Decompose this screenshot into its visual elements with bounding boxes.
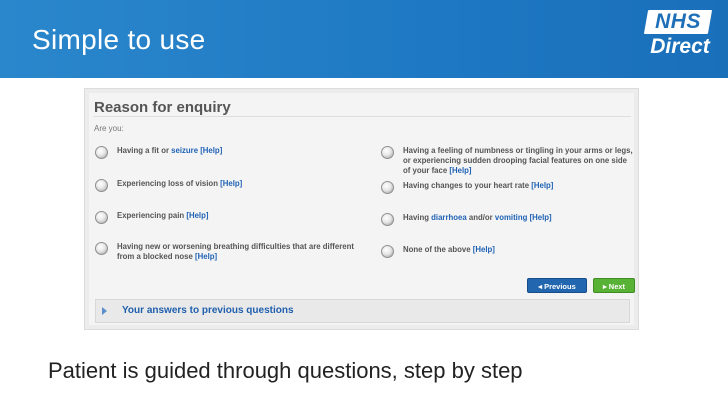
option-text: and/or bbox=[466, 213, 495, 222]
option-none[interactable]: None of the above [Help] bbox=[381, 245, 621, 258]
radio-button-icon[interactable] bbox=[381, 245, 394, 258]
nhs-logo-box: NHS bbox=[643, 10, 713, 34]
seizure-link[interactable]: seizure bbox=[171, 146, 198, 155]
slide-title: Simple to use bbox=[32, 24, 206, 55]
previous-button[interactable]: ◂ Previous bbox=[527, 278, 587, 293]
radio-button-icon[interactable] bbox=[381, 213, 394, 226]
option-heart-rate[interactable]: Having changes to your heart rate [Help] bbox=[381, 181, 621, 194]
vomiting-link[interactable]: vomiting bbox=[495, 213, 528, 222]
radio-button-icon[interactable] bbox=[95, 242, 108, 255]
option-numbness[interactable]: Having a feeling of numbness or tingling… bbox=[381, 146, 635, 176]
option-label: Having a feeling of numbness or tingling… bbox=[403, 146, 635, 176]
radio-button-icon[interactable] bbox=[95, 211, 108, 224]
radio-button-icon[interactable] bbox=[381, 181, 394, 194]
nhs-direct-logo: NHS Direct bbox=[640, 10, 720, 64]
nhs-logo-text: NHS bbox=[655, 10, 701, 33]
previous-answers-accordion[interactable]: Your answers to previous questions bbox=[95, 299, 630, 323]
slide-caption: Patient is guided through questions, ste… bbox=[48, 358, 523, 383]
option-pain[interactable]: Experiencing pain [Help] bbox=[95, 211, 335, 224]
option-text: Having a fit or bbox=[117, 146, 172, 155]
triangle-right-icon bbox=[102, 307, 107, 315]
help-link[interactable]: [Help] bbox=[200, 146, 222, 155]
option-label: Experiencing pain [Help] bbox=[117, 211, 208, 221]
slide-banner: Simple to use NHS Direct bbox=[0, 0, 728, 78]
question-prompt: Are you: bbox=[94, 124, 124, 133]
help-link[interactable]: [Help] bbox=[449, 166, 471, 175]
radio-button-icon[interactable] bbox=[95, 146, 108, 159]
help-link[interactable]: [Help] bbox=[220, 179, 242, 188]
help-link[interactable]: [Help] bbox=[530, 213, 552, 222]
option-text: Experiencing loss of vision bbox=[117, 179, 218, 188]
help-link[interactable]: [Help] bbox=[473, 245, 495, 254]
option-text: None of the above bbox=[403, 245, 471, 254]
option-text: Having a feeling of numbness or tingling… bbox=[403, 146, 633, 175]
option-text: Having changes to your heart rate bbox=[403, 181, 530, 190]
title-divider bbox=[93, 116, 631, 117]
enquiry-form: Reason for enquiry Are you: Having a fit… bbox=[89, 93, 635, 325]
option-text: Experiencing pain bbox=[117, 211, 185, 220]
help-link[interactable]: [Help] bbox=[531, 181, 553, 190]
radio-button-icon[interactable] bbox=[95, 179, 108, 192]
option-diarrhoea-vomiting[interactable]: Having diarrhoea and/or vomiting [Help] bbox=[381, 213, 621, 226]
option-seizure[interactable]: Having a fit or seizure [Help] bbox=[95, 146, 335, 159]
option-breathing[interactable]: Having new or worsening breathing diffic… bbox=[95, 242, 357, 262]
option-label: Experiencing loss of vision [Help] bbox=[117, 179, 242, 189]
accordion-label: Your answers to previous questions bbox=[122, 305, 294, 316]
option-label: Having a fit or seizure [Help] bbox=[117, 146, 222, 156]
option-label: Having changes to your heart rate [Help] bbox=[403, 181, 553, 191]
option-text: Having bbox=[403, 213, 432, 222]
option-text: Having new or worsening breathing diffic… bbox=[117, 242, 354, 261]
direct-logo-text: Direct bbox=[650, 35, 710, 58]
help-link[interactable]: [Help] bbox=[186, 211, 208, 220]
option-loss-of-vision[interactable]: Experiencing loss of vision [Help] bbox=[95, 179, 335, 192]
option-label: Having new or worsening breathing diffic… bbox=[117, 242, 357, 262]
form-title: Reason for enquiry bbox=[94, 99, 231, 116]
option-label: Having diarrhoea and/or vomiting [Help] bbox=[403, 213, 552, 223]
option-label: None of the above [Help] bbox=[403, 245, 495, 255]
diarrhoea-link[interactable]: diarrhoea bbox=[431, 213, 467, 222]
radio-button-icon[interactable] bbox=[381, 146, 394, 159]
help-link[interactable]: [Help] bbox=[195, 252, 217, 261]
screenshot-panel: Reason for enquiry Are you: Having a fit… bbox=[84, 88, 639, 330]
next-button[interactable]: ▸ Next bbox=[593, 278, 635, 293]
